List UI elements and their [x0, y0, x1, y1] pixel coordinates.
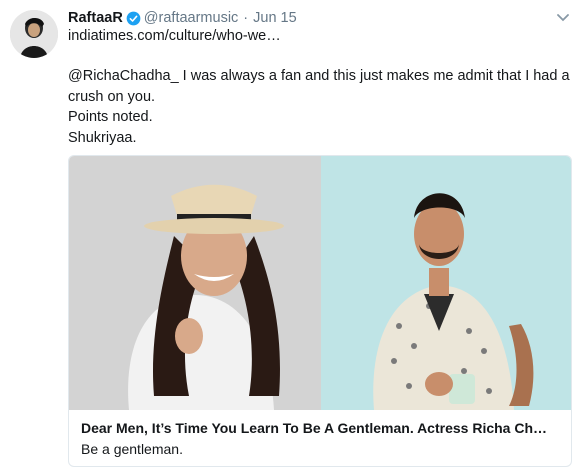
- verified-badge-icon: [126, 11, 141, 26]
- card-text: Dear Men, It’s Time You Learn To Be A Ge…: [81, 418, 561, 460]
- chevron-down-icon[interactable]: [555, 10, 571, 26]
- avatar[interactable]: [10, 10, 58, 58]
- tweet-header: RaftaaR @raftaarmusic · Jun 15: [68, 8, 297, 28]
- card-image: [69, 156, 571, 410]
- tweet-text-line: @RichaChadha_ I was always a fan and thi…: [68, 68, 570, 105]
- card-title[interactable]: Dear Men, It’s Time You Learn To Be A Ge…: [81, 418, 561, 438]
- tweet-text-line: Shukriyaa.: [68, 129, 137, 146]
- card-description: Be a gentleman.: [81, 441, 183, 457]
- separator-dot: ·: [243, 10, 249, 26]
- tweet-date[interactable]: Jun 15: [253, 10, 297, 26]
- tweet: RaftaaR @raftaarmusic · Jun 15 indiatime…: [0, 0, 583, 468]
- tweet-link[interactable]: indiatimes.com/culture/who-we…: [68, 28, 281, 44]
- tweet-text-line: Points noted.: [68, 109, 153, 125]
- tweet-body: @RichaChadha_ I was always a fan and thi…: [68, 66, 573, 148]
- link-card[interactable]: Dear Men, It’s Time You Learn To Be A Ge…: [68, 155, 572, 467]
- avatar-image: [10, 10, 58, 58]
- user-handle[interactable]: @raftaarmusic: [144, 10, 239, 26]
- display-name[interactable]: RaftaaR: [68, 10, 123, 26]
